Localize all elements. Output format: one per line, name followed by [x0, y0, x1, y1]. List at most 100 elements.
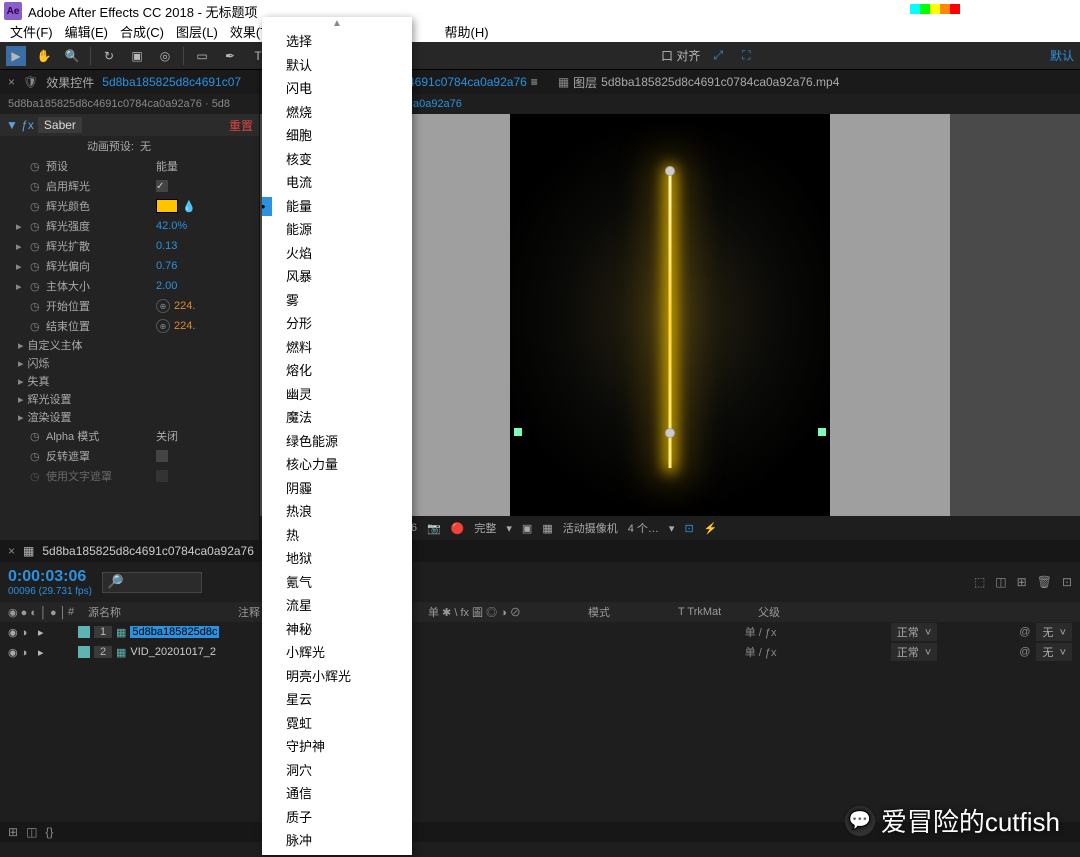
dropdown-item[interactable]: 能源 [262, 218, 412, 242]
workspace-default[interactable]: 默认 [1050, 47, 1074, 64]
dropdown-item[interactable]: 明亮小辉光 [262, 665, 412, 689]
selection-tool-icon[interactable]: ▶ [6, 46, 26, 66]
panel-fx-link[interactable]: 5d8ba185825d8c4691c07 [102, 75, 241, 89]
stopwatch-icon[interactable]: ◷ [30, 160, 42, 173]
tl-toggle-icon[interactable]: ⊞ [8, 825, 18, 839]
dropdown-item[interactable]: 能量 [262, 195, 412, 219]
disclosure-icon[interactable]: ▸ [18, 393, 24, 406]
glow-bias-val[interactable]: 0.76 [156, 260, 177, 272]
stopwatch-icon[interactable]: ◷ [30, 260, 42, 273]
eyedropper-icon[interactable]: 💧 [182, 200, 196, 213]
dropdown-item[interactable]: 阴霾 [262, 477, 412, 501]
resolution-dropdown[interactable]: 完整 [474, 520, 496, 536]
dropdown-item[interactable]: 热浪 [262, 500, 412, 524]
tl-toggle-icon[interactable]: {} [45, 825, 53, 839]
dropdown-item[interactable]: 守护神 [262, 735, 412, 759]
disclosure-icon[interactable]: ▸ [18, 411, 24, 424]
dropdown-item[interactable]: 默认 [262, 54, 412, 78]
dropdown-item[interactable]: 幽灵 [262, 383, 412, 407]
effect-name[interactable]: Saber [38, 117, 82, 133]
start-pos-val[interactable]: 224. [174, 300, 195, 312]
dropdown-item[interactable]: 热 [262, 524, 412, 548]
dropdown-item[interactable]: 熔化 [262, 359, 412, 383]
dropdown-item[interactable]: 脉冲 [262, 829, 412, 853]
region-icon[interactable]: ▾ [506, 522, 512, 535]
scroll-up-icon[interactable]: ▲ [262, 17, 412, 30]
glow-spread-val[interactable]: 0.13 [156, 240, 177, 252]
disclosure-icon[interactable]: ▸ [38, 646, 44, 659]
visibility-icon[interactable]: ◉ ◑ [8, 626, 38, 639]
switch-icon[interactable]: 单 / ƒx [745, 624, 885, 640]
timecode[interactable]: 0:00:03:06 [8, 568, 92, 586]
snapshot-icon[interactable]: 📷 [427, 522, 441, 535]
crosshair-icon[interactable]: ⊕ [156, 319, 170, 333]
col-mode[interactable]: 模式 [588, 604, 678, 620]
effect-header[interactable]: ▼ ƒx Saber 重置 [0, 114, 259, 136]
dropdown-item[interactable]: 地狱 [262, 547, 412, 571]
stopwatch-icon[interactable]: ◷ [30, 450, 42, 463]
disclosure-icon[interactable]: ▸ [16, 260, 22, 273]
pixel-aspect-icon[interactable]: ⊡ [684, 522, 693, 535]
timeline-layer-row[interactable]: ◉ ◑▸2▦VID_20201017_2单 / ƒx正常 ˅@无 ˅ [0, 642, 1080, 662]
menu-layer[interactable]: 图层(L) [170, 22, 224, 42]
stopwatch-icon[interactable]: ◷ [30, 180, 42, 193]
alpha-mode-val[interactable]: 关闭 [156, 428, 178, 444]
disclosure-icon[interactable]: ▸ [16, 280, 22, 293]
channel-icon[interactable]: 🔴 [451, 522, 465, 535]
stopwatch-icon[interactable]: ◷ [30, 220, 42, 233]
switch-icon[interactable]: 单 / ƒx [745, 644, 885, 660]
dropdown-item[interactable]: 细胞 [262, 124, 412, 148]
dropdown-item[interactable]: 绿色能源 [262, 430, 412, 454]
stopwatch-icon[interactable]: ◷ [30, 430, 42, 443]
disclosure-icon[interactable]: ▸ [18, 357, 24, 370]
dropdown-item[interactable]: 流星 [262, 594, 412, 618]
menu-edit[interactable]: 编辑(E) [59, 22, 114, 42]
hand-tool-icon[interactable]: ✋ [34, 46, 54, 66]
label-color-swatch[interactable] [78, 626, 90, 638]
menu-composition[interactable]: 合成(C) [114, 22, 170, 42]
menu-file[interactable]: 文件(F) [4, 22, 59, 42]
dropdown-item[interactable]: 选择 [262, 30, 412, 54]
dropdown-item[interactable]: 氪气 [262, 571, 412, 595]
blend-mode-dropdown[interactable]: 正常 ˅ [891, 643, 938, 661]
bbox-handle-icon[interactable] [818, 428, 826, 436]
parent-pickwhip-icon[interactable]: @ [1019, 646, 1030, 658]
tl-tool-icon[interactable]: ⊡ [1062, 575, 1072, 589]
group-render-settings[interactable]: 渲染设置 [28, 409, 72, 425]
dropdown-item[interactable]: 质子 [262, 806, 412, 830]
dropdown-item[interactable]: 小辉光 [262, 641, 412, 665]
dropdown-item[interactable]: 雾 [262, 289, 412, 313]
rotate-tool-icon[interactable]: ↻ [99, 46, 119, 66]
bbox-handle-icon[interactable] [514, 428, 522, 436]
invert-matte-checkbox[interactable] [156, 450, 168, 462]
shape-tool-icon[interactable]: ▭ [192, 46, 212, 66]
stopwatch-icon[interactable]: ◷ [30, 240, 42, 253]
fast-preview-icon[interactable]: ⚡ [704, 522, 718, 535]
prop-preset-val[interactable]: 能量 [156, 158, 178, 174]
group-flicker[interactable]: 闪烁 [28, 355, 50, 371]
group-glow-settings[interactable]: 辉光设置 [28, 391, 72, 407]
tl-tool-icon[interactable]: ⊞ [1017, 575, 1027, 589]
panel-close-icon[interactable]: × [8, 544, 15, 558]
timeline-search[interactable] [102, 572, 202, 593]
layer-tab-name[interactable]: 5d8ba185825d8c4691c0784ca0a92a76.mp4 [601, 75, 839, 89]
visibility-icon[interactable]: ◉ ◑ [8, 646, 38, 659]
dropdown-item[interactable]: 神秘 [262, 618, 412, 642]
dropdown-item[interactable]: 魔法 [262, 406, 412, 430]
col-source[interactable]: 源名称 [88, 604, 238, 620]
camera-dropdown[interactable]: 活动摄像机 [563, 520, 618, 536]
dropdown-item[interactable]: 火焰 [262, 242, 412, 266]
end-pos-val[interactable]: 224. [174, 320, 195, 332]
group-custom-core[interactable]: 自定义主体 [28, 337, 83, 353]
snap-icon[interactable]: ⤢ [708, 46, 728, 66]
menu-help[interactable]: 帮助(H) [439, 22, 495, 42]
stopwatch-icon[interactable]: ◷ [30, 300, 42, 313]
disclosure-icon[interactable]: ▸ [16, 220, 22, 233]
transparency-icon[interactable]: ▣ [522, 522, 532, 535]
end-handle[interactable] [665, 428, 675, 438]
glow-color-swatch[interactable] [156, 199, 178, 213]
pen-tool-icon[interactable]: ✒ [220, 46, 240, 66]
dropdown-item[interactable]: 燃烧 [262, 101, 412, 125]
snap-toggle[interactable]: 口 对齐 [661, 47, 700, 64]
layer-name[interactable]: VID_20201017_2 [130, 646, 216, 658]
